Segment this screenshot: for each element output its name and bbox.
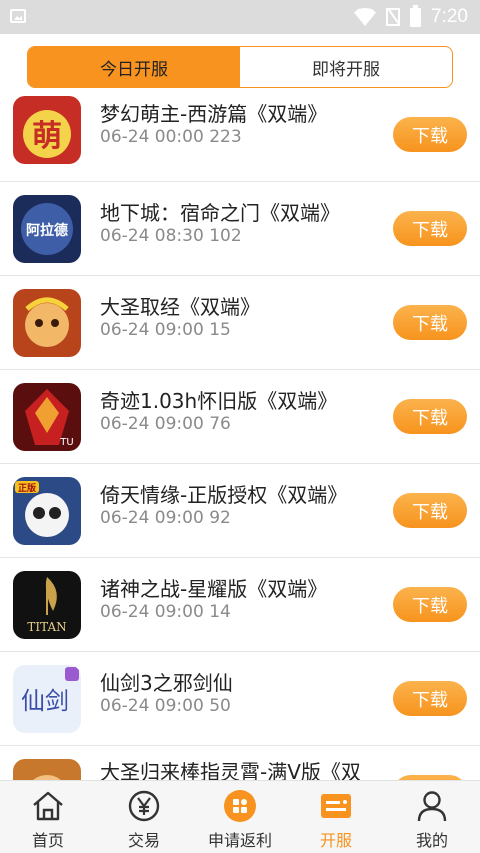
clock: 7:20 bbox=[431, 6, 468, 27]
image-notification-icon bbox=[10, 9, 26, 23]
wifi-icon bbox=[354, 8, 377, 26]
nav-label: 我的 bbox=[415, 831, 448, 850]
game-meta: 06-24 00:00 223 bbox=[100, 127, 242, 147]
list-item[interactable]: 大圣归来棒指灵霄-满V版《双 下载 bbox=[0, 746, 480, 780]
monkey-king-icon bbox=[13, 759, 81, 780]
titan-emblem-icon: TITAN bbox=[13, 571, 81, 639]
bottom-nav: 首页 交易 申请返利 开服 我的 bbox=[0, 780, 480, 853]
open-date: 06-24 09:00 bbox=[100, 508, 204, 528]
open-date: 06-24 09:00 bbox=[100, 320, 204, 340]
game-meta: 06-24 09:00 14 bbox=[100, 602, 231, 622]
home-icon bbox=[30, 789, 66, 823]
list-item[interactable]: 仙剑 仙剑3之邪剑仙 06-24 09:00 50 下载 bbox=[0, 652, 480, 746]
open-date: 06-24 09:00 bbox=[100, 602, 204, 622]
game-name: 大圣取经《双端》 bbox=[100, 295, 260, 319]
nav-trade[interactable]: 交易 bbox=[96, 781, 192, 853]
server-number: 50 bbox=[209, 696, 231, 716]
game-name: 仙剑3之邪剑仙 bbox=[100, 671, 233, 695]
server-card-icon bbox=[318, 789, 354, 823]
nav-server[interactable]: 开服 bbox=[288, 781, 384, 853]
download-button[interactable]: 下载 bbox=[393, 211, 467, 246]
download-button[interactable]: 下载 bbox=[393, 587, 467, 622]
yen-coin-icon bbox=[126, 789, 162, 823]
user-icon bbox=[414, 789, 450, 823]
list-item[interactable]: TITAN 诸神之战-星耀版《双端》 06-24 09:00 14 下载 bbox=[0, 558, 480, 652]
panda-warrior-icon: 正版 bbox=[13, 477, 81, 545]
list-item[interactable]: 萌 梦幻萌主-西游篇《双端》 06-24 00:00 223 下载 bbox=[0, 88, 480, 182]
game-meta: 06-24 09:00 76 bbox=[100, 414, 231, 434]
download-button[interactable]: 下载 bbox=[393, 493, 467, 528]
game-meta: 06-24 09:00 15 bbox=[100, 320, 231, 340]
game-meta: 06-24 08:30 102 bbox=[100, 226, 242, 246]
no-sim-icon bbox=[386, 8, 401, 26]
status-icons: 7:20 bbox=[354, 0, 468, 34]
list-item[interactable]: TU 奇迹1.03h怀旧版《双端》 06-24 09:00 76 下载 bbox=[0, 370, 480, 464]
nav-rebate[interactable]: 申请返利 bbox=[192, 781, 288, 853]
cute-character-icon: 萌 bbox=[13, 96, 81, 164]
open-date: 06-24 00:00 bbox=[100, 127, 204, 147]
icon-titan-text: TITAN bbox=[27, 620, 66, 634]
battery-icon bbox=[410, 4, 422, 27]
game-meta: 06-24 09:00 50 bbox=[100, 696, 231, 716]
nav-label: 申请返利 bbox=[207, 831, 272, 850]
server-number: 92 bbox=[209, 508, 231, 528]
server-number: 223 bbox=[209, 127, 242, 147]
nav-label: 开服 bbox=[319, 831, 352, 850]
icon-zheng-text: 正版 bbox=[18, 482, 36, 494]
list-item[interactable]: 阿拉德 地下城：宿命之门《双端》 06-24 08:30 102 下载 bbox=[0, 182, 480, 276]
server-tabs: 今日开服 即将开服 bbox=[27, 46, 453, 88]
server-number: 14 bbox=[209, 602, 231, 622]
tab-today[interactable]: 今日开服 bbox=[28, 47, 240, 87]
server-number: 15 bbox=[209, 320, 231, 340]
nav-label: 交易 bbox=[127, 831, 160, 850]
game-name: 大圣归来棒指灵霄-满V版《双 bbox=[100, 760, 361, 780]
nav-label: 首页 bbox=[31, 831, 64, 850]
game-name: 倚天情缘-正版授权《双端》 bbox=[100, 483, 348, 507]
download-button[interactable]: 下载 bbox=[393, 399, 467, 434]
icon-meng-text: 萌 bbox=[32, 119, 62, 154]
download-button[interactable]: 下载 bbox=[393, 117, 467, 152]
monkey-king-icon bbox=[13, 289, 81, 357]
download-button[interactable]: 下载 bbox=[393, 681, 467, 716]
list-item[interactable]: 正版 倚天情缘-正版授权《双端》 06-24 09:00 92 下载 bbox=[0, 464, 480, 558]
status-bar: 7:20 bbox=[0, 0, 480, 34]
server-number: 76 bbox=[209, 414, 231, 434]
game-list[interactable]: 萌 梦幻萌主-西游篇《双端》 06-24 00:00 223 下载 阿拉德 地下… bbox=[0, 88, 480, 780]
icon-xian-text: 仙剑 bbox=[21, 687, 69, 715]
game-meta: 06-24 09:00 92 bbox=[100, 508, 231, 528]
game-name: 奇迹1.03h怀旧版《双端》 bbox=[100, 389, 338, 413]
dungeon-emblem-icon: 阿拉德 bbox=[13, 195, 81, 263]
download-button[interactable]: 下载 bbox=[393, 305, 467, 340]
game-name: 地下城：宿命之门《双端》 bbox=[100, 201, 340, 225]
tab-upcoming[interactable]: 即将开服 bbox=[240, 47, 452, 87]
open-date: 06-24 08:30 bbox=[100, 226, 204, 246]
icon-tu-text: TU bbox=[59, 437, 73, 448]
game-name: 诸神之战-星耀版《双端》 bbox=[100, 577, 328, 601]
open-date: 06-24 09:00 bbox=[100, 414, 204, 434]
icon-dungeon-text: 阿拉德 bbox=[26, 222, 68, 239]
open-date: 06-24 09:00 bbox=[100, 696, 204, 716]
list-item[interactable]: 大圣取经《双端》 06-24 09:00 15 下载 bbox=[0, 276, 480, 370]
xianjian-logo-icon: 仙剑 bbox=[13, 665, 81, 733]
armored-warrior-icon: TU bbox=[13, 383, 81, 451]
rebate-apps-icon bbox=[222, 789, 258, 823]
game-name: 梦幻萌主-西游篇《双端》 bbox=[100, 102, 328, 126]
server-number: 102 bbox=[209, 226, 242, 246]
nav-mine[interactable]: 我的 bbox=[384, 781, 480, 853]
nav-home[interactable]: 首页 bbox=[0, 781, 96, 853]
